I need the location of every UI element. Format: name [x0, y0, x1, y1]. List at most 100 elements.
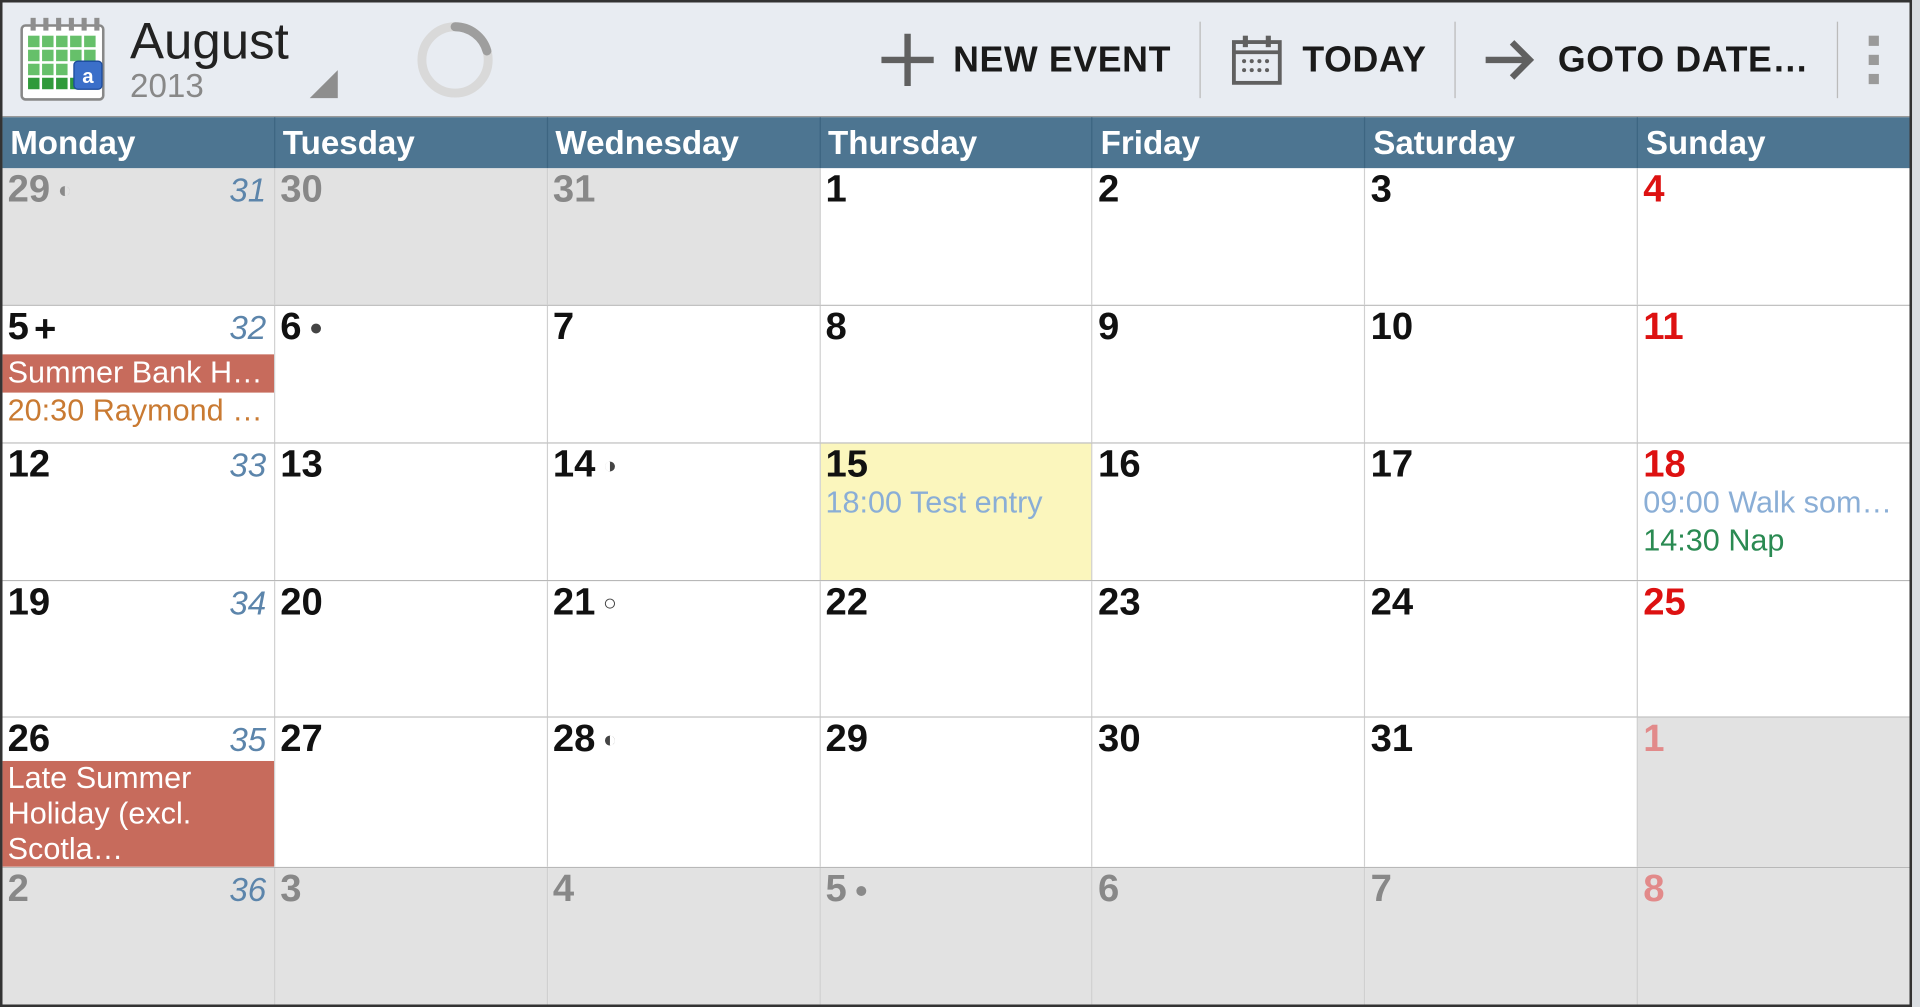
day-cell[interactable]: 2635Late Summer Holiday (excl. Scotla…: [3, 718, 276, 867]
view-picker[interactable]: August 2013: [130, 15, 289, 103]
day-cell[interactable]: 5●: [820, 868, 1093, 1004]
week-number: 32: [229, 308, 266, 348]
day-number: 27: [280, 721, 323, 759]
goto-date-button[interactable]: GOTO DATE…: [1456, 21, 1838, 97]
title-month: August: [130, 15, 289, 69]
day-cell[interactable]: 24: [1366, 581, 1639, 717]
overflow-menu-button[interactable]: [1848, 35, 1899, 83]
day-cell[interactable]: 14◑: [548, 443, 821, 579]
event-entry[interactable]: Late Summer Holiday (excl. Scotla…: [3, 761, 274, 867]
event-entry[interactable]: 20:30 Raymond …: [8, 392, 269, 430]
weekday-col: Monday: [3, 117, 276, 168]
weekday-col: Thursday: [820, 117, 1093, 168]
day-number: 5: [825, 871, 846, 909]
day-number: 8: [1643, 871, 1664, 909]
moon-phase-icon: ●: [854, 871, 868, 909]
arrow-right-icon: [1484, 31, 1540, 87]
plus-icon: [879, 31, 935, 87]
day-cell[interactable]: 2: [1093, 168, 1366, 304]
calendar-app: a August 2013 NEW EVENT: [0, 0, 1912, 1007]
day-cell[interactable]: 9: [1093, 306, 1366, 442]
day-cell[interactable]: 1233: [3, 443, 276, 579]
day-cell[interactable]: 3: [275, 868, 548, 1004]
weekday-col: Tuesday: [275, 117, 548, 168]
day-number: 28: [553, 721, 596, 759]
day-cell[interactable]: 3: [1366, 168, 1639, 304]
day-cell[interactable]: 16: [1093, 443, 1366, 579]
app-icon[interactable]: a: [18, 15, 107, 104]
day-cell[interactable]: 31: [1366, 718, 1639, 867]
day-cell[interactable]: 29◐31: [3, 168, 276, 304]
day-cell[interactable]: 10: [1366, 306, 1639, 442]
new-event-button[interactable]: NEW EVENT: [851, 21, 1200, 97]
day-number: 18: [1643, 446, 1686, 484]
day-cell[interactable]: 22: [820, 581, 1093, 717]
day-number: 3: [280, 871, 301, 909]
day-cell[interactable]: 31: [548, 168, 821, 304]
day-cell[interactable]: 4: [548, 868, 821, 1004]
day-cell[interactable]: 1: [1638, 718, 1909, 867]
day-cell[interactable]: 30: [275, 168, 548, 304]
day-cell[interactable]: 30: [1093, 718, 1366, 867]
day-cell[interactable]: 6●: [275, 306, 548, 442]
day-number: 9: [1098, 308, 1119, 346]
day-cell[interactable]: 17: [1366, 443, 1639, 579]
day-cell[interactable]: 7: [548, 306, 821, 442]
weekday-col: Wednesday: [548, 117, 821, 168]
day-number: 23: [1098, 583, 1141, 621]
day-cell[interactable]: 20: [275, 581, 548, 717]
moon-phase-icon: ○: [603, 583, 617, 621]
day-number: 21: [553, 583, 596, 621]
month-grid: 29◐31303112345+32Summer Bank H…20:30 Ray…: [3, 168, 1910, 1004]
day-number: 29: [8, 171, 51, 209]
event-entry[interactable]: 18:00 Test entry: [825, 484, 1086, 522]
event-entry[interactable]: 14:30 Nap: [1643, 522, 1904, 560]
moon-phase-icon: ◐: [58, 171, 72, 209]
day-number: 10: [1371, 308, 1414, 346]
day-number: 17: [1371, 446, 1414, 484]
week-number: 34: [229, 583, 266, 623]
day-cell[interactable]: 1518:00 Test entry: [820, 443, 1093, 579]
today-button[interactable]: TODAY: [1200, 21, 1455, 97]
week-row: 2635Late Summer Holiday (excl. Scotla…27…: [3, 717, 1910, 867]
day-number: 4: [553, 871, 574, 909]
day-number: 1: [825, 171, 846, 209]
day-number: 7: [1371, 871, 1392, 909]
day-number: 22: [825, 583, 868, 621]
day-cell[interactable]: 236: [3, 868, 276, 1004]
moon-phase-icon: ◐: [603, 721, 617, 759]
goto-date-label: GOTO DATE…: [1558, 39, 1809, 80]
today-label: TODAY: [1302, 39, 1426, 80]
day-cell[interactable]: 8: [820, 306, 1093, 442]
day-number: 31: [553, 171, 596, 209]
action-buttons: NEW EVENT TODAY GOTO DATE…: [851, 3, 1899, 116]
day-number: 1: [1643, 721, 1664, 759]
day-cell[interactable]: 11: [1638, 306, 1909, 442]
day-number: 20: [280, 583, 323, 621]
week-number: 33: [229, 446, 266, 486]
day-cell[interactable]: 29: [820, 718, 1093, 867]
day-cell[interactable]: 7: [1366, 868, 1639, 1004]
event-entry[interactable]: Summer Bank H…: [3, 354, 274, 392]
weekday-col: Saturday: [1366, 117, 1639, 168]
day-cell[interactable]: 4: [1638, 168, 1909, 304]
day-cell[interactable]: 1809:00 Walk some…14:30 Nap: [1638, 443, 1909, 579]
day-cell[interactable]: 6: [1093, 868, 1366, 1004]
day-cell[interactable]: 21○: [548, 581, 821, 717]
day-cell[interactable]: 5+32Summer Bank H…20:30 Raymond …: [3, 306, 276, 442]
day-cell[interactable]: 8: [1638, 868, 1909, 1004]
day-number: 26: [8, 721, 51, 759]
sync-progress-icon: [414, 18, 496, 100]
day-cell[interactable]: 13: [275, 443, 548, 579]
day-cell[interactable]: 25: [1638, 581, 1909, 717]
day-number: 19: [8, 583, 51, 621]
new-event-label: NEW EVENT: [953, 39, 1171, 80]
day-cell[interactable]: 23: [1093, 581, 1366, 717]
day-cell[interactable]: 1934: [3, 581, 276, 717]
event-entry[interactable]: 09:00 Walk some…: [1643, 484, 1904, 522]
more-events-indicator: +: [34, 308, 56, 351]
day-cell[interactable]: 1: [820, 168, 1093, 304]
day-number: 4: [1643, 171, 1664, 209]
day-cell[interactable]: 27: [275, 718, 548, 867]
day-cell[interactable]: 28◐: [548, 718, 821, 867]
